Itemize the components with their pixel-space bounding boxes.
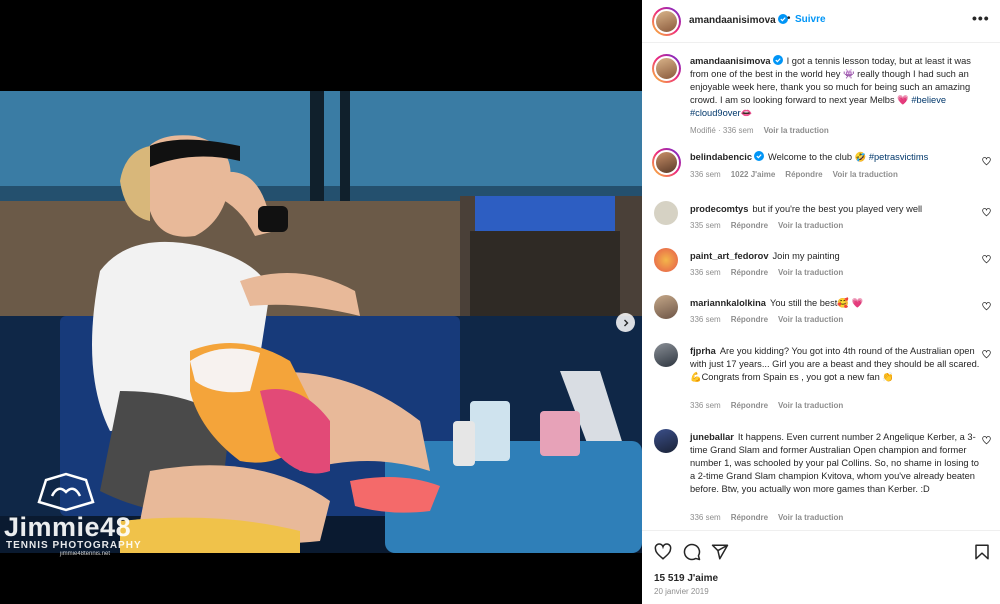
comment-username[interactable]: belindabencic: [690, 151, 764, 162]
comment-username[interactable]: fjprha: [690, 346, 716, 356]
translate-link[interactable]: Voir la traduction: [778, 268, 843, 277]
watermark-subtitle: TENNIS PHOTOGRAPHY: [6, 540, 142, 551]
translate-link[interactable]: Voir la traduction: [778, 315, 843, 324]
comment-text: juneballar It happens. Even current numbe…: [690, 432, 979, 494]
comment-meta: 336 sem Répondre Voir la traduction: [690, 513, 844, 522]
chevron-right-icon: [623, 319, 628, 326]
comment-text: paint_art_fedorov Join my painting: [690, 251, 840, 261]
more-options-icon[interactable]: •••: [972, 10, 990, 26]
author-avatar[interactable]: [652, 7, 681, 36]
comment-text: prodecomtys but if you're the best you pl…: [690, 204, 923, 214]
comment-avatar[interactable]: [654, 248, 678, 272]
verified-badge-icon: [772, 55, 783, 65]
save-bookmark-icon[interactable]: [973, 543, 991, 561]
comment-meta: 335 sem Répondre Voir la traduction: [690, 221, 844, 230]
comment-text: fjprha Are you kidding? You got into 4th …: [690, 346, 980, 382]
watermark-logo: [37, 472, 95, 512]
reply-link[interactable]: Répondre: [731, 315, 768, 324]
reply-link[interactable]: Répondre: [731, 513, 768, 522]
comment-avatar[interactable]: [654, 201, 678, 225]
post-likes-count[interactable]: 15 519 J'aime: [654, 573, 718, 584]
post-header: amandaanisimova • Suivre •••: [642, 0, 1000, 43]
comment-avatar[interactable]: [654, 429, 678, 453]
translate-link[interactable]: Voir la traduction: [778, 221, 843, 230]
watermark-name: Jimmie48: [4, 512, 132, 542]
post-actions-bar: 15 519 J'aime 20 janvier 2019: [642, 530, 1000, 604]
reply-link[interactable]: Répondre: [731, 268, 768, 277]
like-comment-heart-icon[interactable]: [982, 350, 991, 359]
like-heart-icon[interactable]: [654, 543, 672, 561]
comments-list: amandaanisimova I got a tennis lesson tod…: [642, 44, 1000, 530]
separator-dot: •: [787, 13, 791, 24]
translate-link[interactable]: Voir la traduction: [778, 401, 843, 410]
comment-username[interactable]: mariannkalolkina: [690, 298, 766, 308]
follow-button[interactable]: Suivre: [795, 14, 826, 25]
caption-text: amandaanisimova I got a tennis lesson tod…: [690, 55, 971, 118]
comment-username[interactable]: juneballar: [690, 432, 734, 442]
comment-avatar[interactable]: [654, 343, 678, 367]
comment-bubble-icon[interactable]: [683, 543, 701, 561]
reply-link[interactable]: Répondre: [785, 170, 822, 179]
comment-username[interactable]: paint_art_fedorov: [690, 251, 769, 261]
comment-text: belindabencic Welcome to the club 🤣 #petr…: [690, 151, 929, 162]
like-comment-heart-icon[interactable]: [982, 302, 991, 311]
comment-avatar[interactable]: [654, 295, 678, 319]
post-photo: [0, 91, 642, 553]
comment-username[interactable]: prodecomtys: [690, 204, 748, 214]
translate-link[interactable]: Voir la traduction: [778, 513, 843, 522]
comment-likes-count[interactable]: 1022 J'aime: [731, 170, 776, 179]
caption-meta: Modifié · 336 sem Voir la traduction: [690, 126, 829, 135]
comment-meta: 336 sem Répondre Voir la traduction: [690, 401, 844, 410]
share-paper-plane-icon[interactable]: [711, 543, 729, 561]
post-media: Jimmie48 TENNIS PHOTOGRAPHY jimmie48tenn…: [0, 0, 642, 604]
post-date: 20 janvier 2019: [654, 587, 709, 596]
comment-avatar[interactable]: [652, 148, 681, 177]
verified-badge-icon: [754, 151, 764, 161]
comment-hashtag[interactable]: #petrasvictims: [869, 152, 928, 162]
post-sidebar: amandaanisimova • Suivre ••• amandaanisi…: [642, 0, 1000, 604]
next-media-button[interactable]: [616, 313, 635, 332]
reply-link[interactable]: Répondre: [731, 221, 768, 230]
reply-link[interactable]: Répondre: [731, 401, 768, 410]
translate-link[interactable]: Voir la traduction: [833, 170, 898, 179]
like-comment-heart-icon[interactable]: [982, 157, 991, 166]
author-username-header[interactable]: amandaanisimova: [689, 14, 788, 26]
comment-meta: 336 sem Répondre Voir la traduction: [690, 268, 844, 277]
translate-link[interactable]: Voir la traduction: [764, 126, 829, 135]
comment-meta: 336 sem 1022 J'aime Répondre Voir la traduc…: [690, 170, 898, 179]
comment-meta: 336 sem Répondre Voir la traduction: [690, 315, 844, 324]
like-comment-heart-icon[interactable]: [982, 255, 991, 264]
watermark-url: jimmie48tennis.net: [60, 551, 111, 557]
like-comment-heart-icon[interactable]: [982, 436, 991, 445]
like-comment-heart-icon[interactable]: [982, 208, 991, 217]
caption-avatar[interactable]: [652, 54, 681, 83]
comment-text: mariannkalolkina You still the best🥰 💗: [690, 298, 864, 308]
caption-username[interactable]: amandaanisimova: [690, 55, 783, 66]
tennis-player-photo: [0, 91, 642, 553]
